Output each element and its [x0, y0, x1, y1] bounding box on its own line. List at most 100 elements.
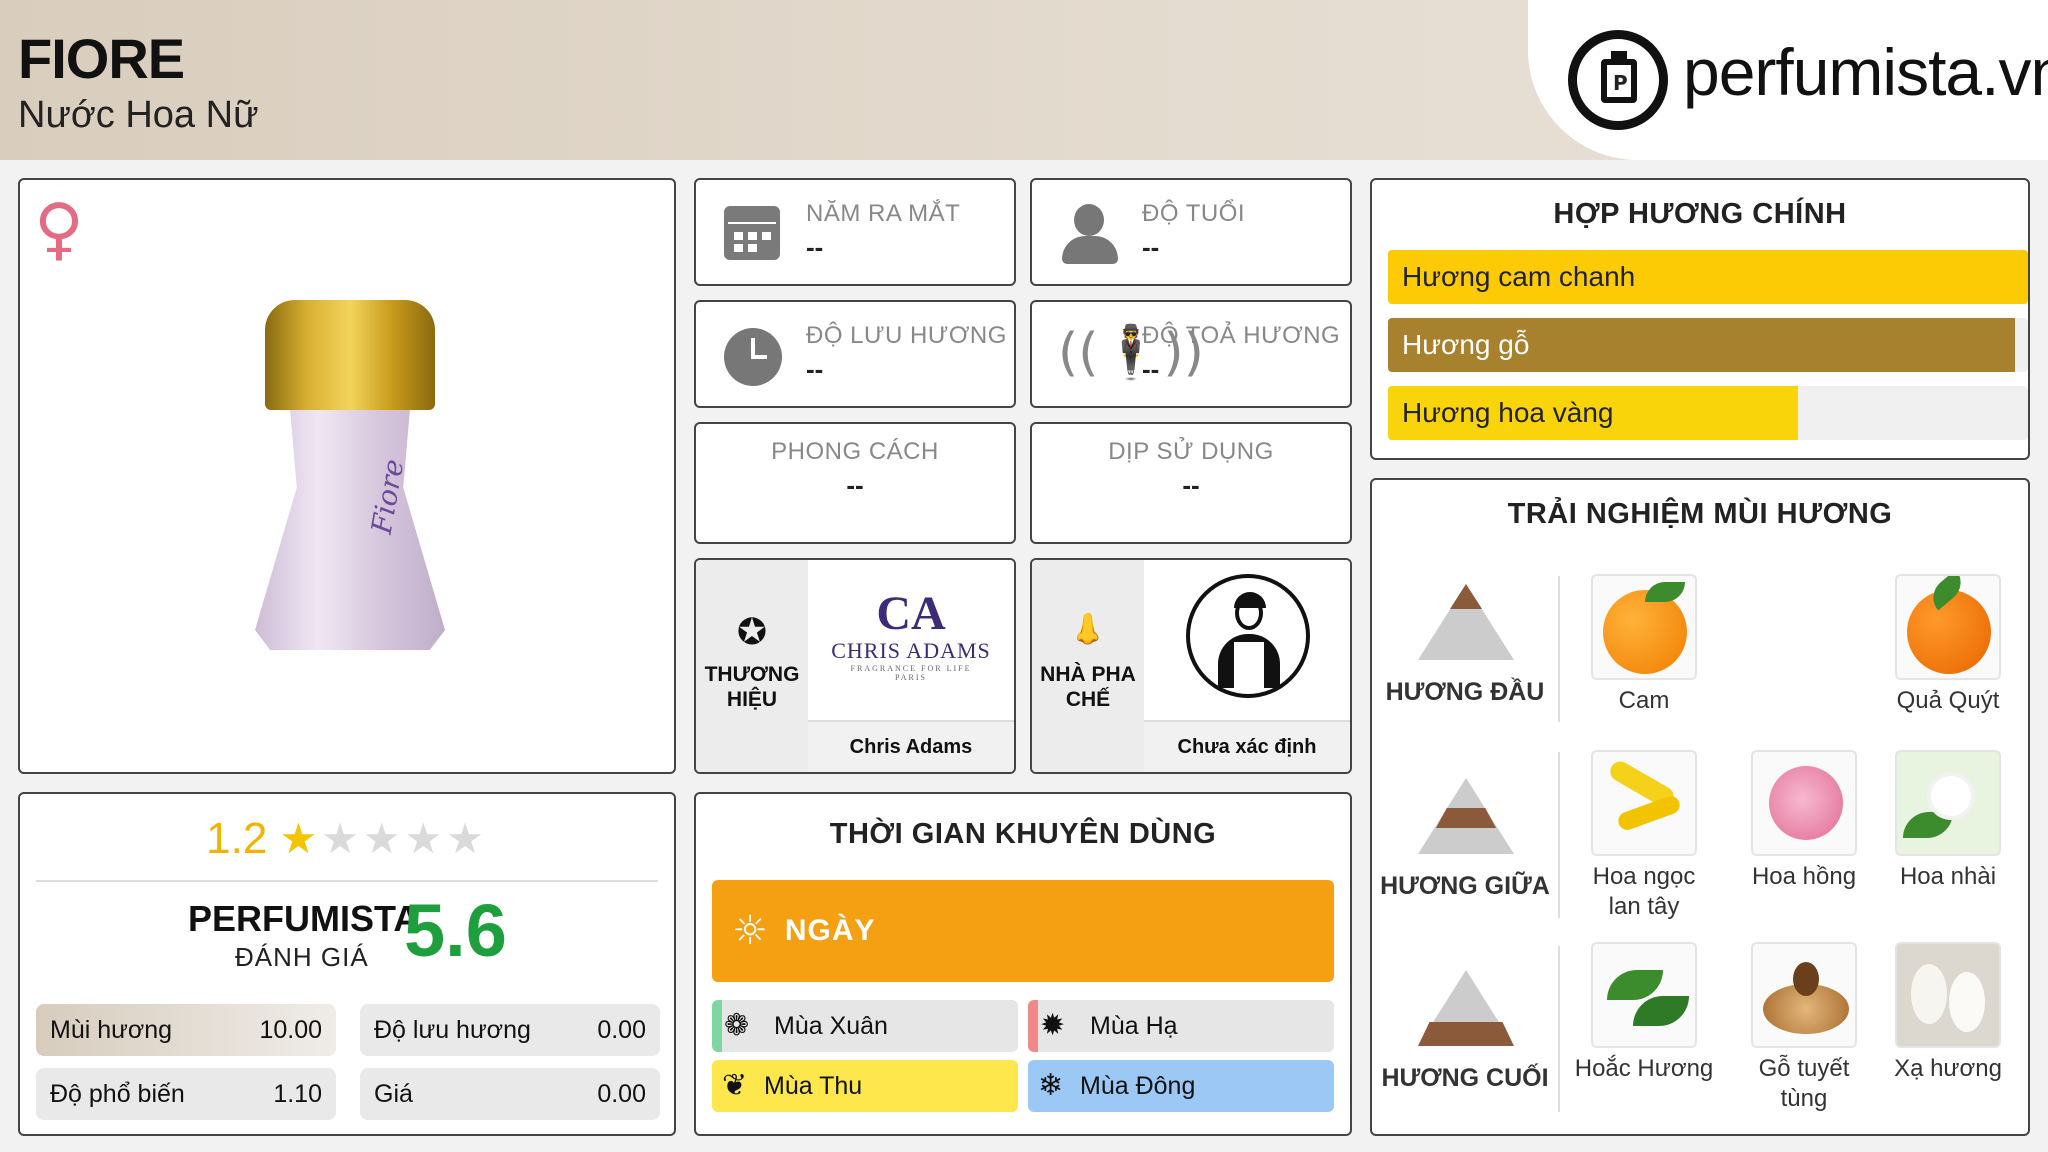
metric-value: 10.00: [259, 1015, 322, 1044]
day-label: NGÀY: [784, 914, 876, 947]
rating-card: 1.2 ★★★★★ PERFUMISTA ĐÁNH GIÁ 5.6 Mùi hư…: [18, 792, 676, 1136]
star-icon: ★: [446, 814, 488, 863]
note-orange[interactable]: Cam: [1574, 574, 1714, 716]
note-name: Gỗ tuyết tùng: [1758, 1055, 1850, 1112]
season-summer: ✹ Mùa Hạ: [1028, 1000, 1334, 1052]
tile-sillage: ((🕴)) ĐỘ TOẢ HƯƠNG --: [1030, 300, 1352, 408]
metric-popularity: Độ phổ biến 1.10: [36, 1068, 336, 1120]
tile-label: PHONG CÁCH: [771, 438, 939, 465]
user-rating: 1.2 ★★★★★: [20, 814, 674, 864]
note-name: Quả Quýt: [1896, 687, 2000, 714]
card-title: TRẢI NGHIỆM MÙI HƯƠNG: [1507, 498, 1893, 530]
snowflake-icon: ❄: [1038, 1068, 1064, 1103]
star-icon: ★: [279, 814, 322, 863]
note-jasmine[interactable]: Hoa nhài: [1878, 750, 2018, 892]
nose-icon: 👃: [1069, 612, 1107, 647]
orange-icon: [1591, 574, 1697, 680]
tile-label: ĐỘ LƯU HƯƠNG: [806, 322, 1007, 349]
brand-logo-name: CHRIS ADAMS: [831, 638, 991, 663]
star-icon: ★: [404, 814, 447, 863]
tile-value: --: [1142, 354, 1160, 384]
metric-scent: Mùi hương 10.00: [36, 1004, 336, 1056]
tier-label-top: HƯƠNG ĐẦU: [1385, 678, 1545, 706]
note-name: Hoắc Hương: [1574, 1055, 1714, 1082]
metric-label: Độ lưu hương: [374, 1015, 531, 1044]
ylang-ylang-icon: [1591, 750, 1697, 856]
brand-logo: CA CHRIS ADAMS FRAGRANCE FOR LIFE PARIS: [808, 560, 1014, 716]
user-rating-score: 1.2: [206, 814, 268, 863]
sun-filled-icon: ✹: [1040, 1008, 1066, 1043]
perfumer-illustration-icon: [1186, 574, 1310, 698]
tile-label: DỊP SỬ DỤNG: [1108, 438, 1274, 465]
perfumer-name: Chưa xác định: [1144, 720, 1350, 772]
star-icon: ★: [321, 814, 363, 863]
divider: [1558, 946, 1560, 1112]
brand-label: THƯƠNG HIỆU: [704, 663, 800, 711]
page-title: FIORE: [18, 27, 185, 90]
divider: [1558, 752, 1560, 918]
tile-value: --: [846, 470, 864, 500]
note-name: Hoa hồng: [1751, 863, 1857, 890]
tile-label: NĂM RA MẮT: [806, 200, 961, 227]
site-logo[interactable]: P perfumista.vn: [1528, 0, 2048, 160]
note-patchouli[interactable]: Hoắc Hương: [1574, 942, 1714, 1084]
season-label: Mùa Đông: [1080, 1071, 1196, 1100]
note-name: Cam: [1618, 687, 1670, 714]
brand-card[interactable]: ✪ THƯƠNG HIỆU CA CHRIS ADAMS FRAGRANCE F…: [694, 558, 1016, 774]
accord-label: Hương hoa vàng: [1402, 397, 1614, 428]
accord-label: Hương gỗ: [1402, 329, 1530, 360]
brand-label-panel: ✪ THƯƠNG HIỆU: [696, 560, 808, 772]
calendar-icon: [724, 206, 780, 260]
mandarin-icon: [1895, 574, 2001, 680]
brand-name: Chris Adams: [808, 720, 1014, 772]
perfumista-score: 5.6: [404, 889, 507, 972]
flower-icon: ❁: [724, 1008, 750, 1043]
note-name: Hoa nhài: [1899, 863, 1997, 890]
main-accords-card: HỢP HƯƠNG CHÍNH Hương cam chanh Hương gỗ…: [1370, 178, 2030, 460]
metric-value: 1.10: [273, 1079, 322, 1108]
day-badge: ☼ NGÀY: [712, 880, 1334, 982]
accord-label: Hương cam chanh: [1402, 261, 1636, 292]
perfumista-label: PERFUMISTA: [188, 898, 420, 939]
tile-launch-year: NĂM RA MẮT --: [694, 178, 1016, 286]
logo-text: perfumista.vn: [1683, 35, 2048, 109]
product-card: ♀ Fiore: [18, 178, 676, 774]
perfumer-card[interactable]: 👃 NHÀ PHA CHẾ Chưa xác định: [1030, 558, 1352, 774]
accord-bar: Hương hoa vàng: [1388, 386, 2028, 440]
note-ylang-ylang[interactable]: Hoa ngọc lan tây: [1574, 750, 1714, 922]
tile-label: ĐỘ TOẢ HƯƠNG: [1142, 322, 1341, 349]
tile-style: PHONG CÁCH --: [694, 422, 1016, 544]
perfumer-label: NHÀ PHA CHẾ: [1040, 663, 1136, 711]
tile-longevity: ĐỘ LƯU HƯƠNG --: [694, 300, 1016, 408]
page-subtitle: Nước Hoa Nữ: [18, 94, 259, 136]
pyramid-middle-icon: [1418, 778, 1514, 854]
note-mandarin[interactable]: Quả Quýt: [1878, 574, 2018, 716]
sun-icon: ☼: [732, 908, 769, 954]
metric-value: 0.00: [597, 1079, 646, 1108]
perfumer-image: [1144, 560, 1350, 716]
pyramid-base-icon: [1418, 970, 1514, 1046]
perfume-bottle-logo-icon: P: [1568, 30, 1668, 130]
season-label: Mùa Hạ: [1090, 1011, 1178, 1040]
metric-longevity: Độ lưu hương 0.00: [360, 1004, 660, 1056]
tile-value: --: [1142, 232, 1160, 262]
season-label: Mùa Xuân: [774, 1011, 888, 1040]
metric-value: 0.00: [597, 1015, 646, 1044]
star-icon: ★: [362, 814, 405, 863]
jasmine-icon: [1895, 750, 2001, 856]
perfumista-sublabel: ĐÁNH GIÁ: [235, 942, 369, 972]
note-musk[interactable]: Xạ hương: [1878, 942, 2018, 1084]
star-rating-icon: ★★★★★: [280, 814, 488, 863]
tile-value: --: [806, 232, 824, 262]
tile-age: ĐỘ TUỔI --: [1030, 178, 1352, 286]
clock-icon: [724, 328, 782, 386]
metric-label: Giá: [374, 1079, 413, 1108]
season-winter: ❄ Mùa Đông: [1028, 1060, 1334, 1112]
note-name: Xạ hương: [1894, 1055, 2002, 1082]
note-cedarwood[interactable]: Gỗ tuyết tùng: [1734, 942, 1874, 1114]
product-image: Fiore: [255, 300, 445, 650]
note-rose[interactable]: Hoa hồng: [1734, 750, 1874, 892]
scent-experience-card: TRẢI NGHIỆM MÙI HƯƠNG HƯƠNG ĐẦU Cam Quả …: [1370, 478, 2030, 1136]
recommended-time-card: THỜI GIAN KHUYÊN DÙNG ☼ NGÀY ❁ Mùa Xuân …: [694, 792, 1352, 1136]
tile-value: --: [806, 354, 824, 384]
